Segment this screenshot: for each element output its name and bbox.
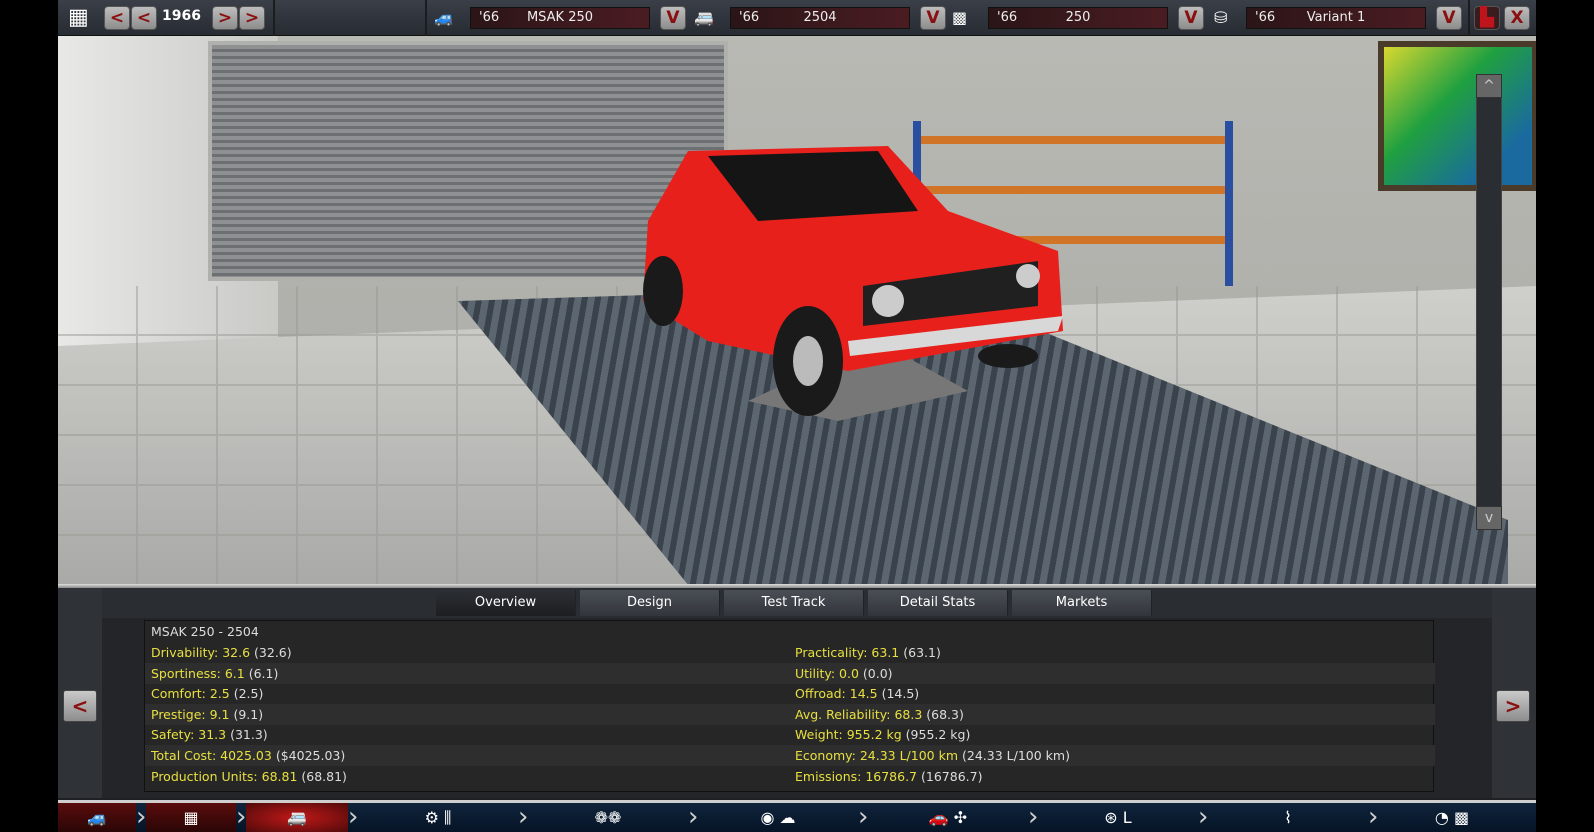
car-icon: 🚙	[434, 8, 454, 27]
chevron-right-icon: ›	[518, 802, 529, 832]
chevron-right-icon: ›	[1028, 802, 1039, 832]
year-display: 1966	[162, 8, 201, 24]
previous-button[interactable]: <	[63, 690, 97, 722]
vertical-scrollbar[interactable]	[1476, 74, 1502, 529]
chevron-right-icon: ›	[348, 802, 359, 832]
variant-selector[interactable]: '66 Variant 1	[1246, 7, 1426, 29]
stats-title-row: MSAK 250 - 2504	[145, 621, 1435, 642]
chevron-right-icon: ›	[236, 802, 247, 832]
stat-left: Sportiness: 6.1 (6.1)	[151, 665, 279, 681]
close-button[interactable]: X	[1504, 6, 1530, 30]
stat-left: Production Units: 68.81 (68.81)	[151, 768, 347, 784]
calendar-icon[interactable]: ▦	[68, 5, 89, 30]
model-dropdown-button[interactable]: V	[660, 6, 686, 30]
chevron-right-icon: ›	[858, 802, 869, 832]
stat-row: Comfort: 2.5 (2.5) Offroad: 14.5 (14.5)	[145, 683, 1435, 704]
chevron-right-icon: ›	[1198, 802, 1209, 832]
poster	[1378, 41, 1536, 191]
save-icon[interactable]: ▙	[1474, 6, 1500, 30]
chevron-right-icon: ›	[1368, 802, 1379, 832]
stat-right: Practicality: 63.1 (63.1)	[795, 645, 941, 660]
engine-block-icon: ▩	[952, 8, 968, 27]
stat-right: Economy: 24.33 L/100 km (24.33 L/100 km)	[795, 748, 1070, 763]
stat-left: Safety: 31.3 (31.3)	[151, 727, 268, 743]
piston-icon: ⛁	[1214, 8, 1228, 27]
stat-row: Sportiness: 6.1 (6.1) Utility: 0.0 (0.0)	[145, 662, 1435, 684]
nav-interior-icon[interactable]: ⊛ L	[1038, 803, 1198, 832]
nav-engine-icon[interactable]: ▦	[146, 803, 236, 832]
scroll-up-button[interactable]: ^	[1476, 74, 1502, 98]
stat-row: Total Cost: 4025.03 ($4025.03) Economy: 2…	[145, 745, 1435, 766]
stat-right: Avg. Reliability: 68.3 (68.3)	[795, 706, 964, 722]
variant-dropdown-button[interactable]: V	[1436, 6, 1462, 30]
trim-dropdown-button[interactable]: V	[920, 6, 946, 30]
nav-chassis-icon[interactable]: ⚙ ⫼	[358, 803, 518, 832]
stat-row: Drivability: 32.6 (32.6) Practicality: 63…	[145, 642, 1435, 663]
year-next-button[interactable]: >	[212, 6, 238, 30]
car-model-3d[interactable]	[588, 141, 1068, 421]
stat-left: Drivability: 32.6 (32.6)	[151, 645, 292, 660]
stat-row: Prestige: 9.1 (9.1) Avg. Reliability: 68.…	[145, 703, 1435, 725]
chevron-right-icon: ›	[688, 802, 699, 832]
nav-brakes-body-icon[interactable]: ◉ ☁	[698, 803, 858, 832]
garage-3d-view[interactable]: ^ v	[58, 36, 1536, 584]
chevron-right-icon: ›	[136, 802, 147, 832]
bottom-nav: 🚙 › ▦ › 🚐 › ⚙ ⫼ › ❁❁ › ◉ ☁ › 🚗 ✣ › ⊛ L › ⌇ › ◔ ▩	[58, 800, 1536, 832]
tab-bar: Overview Design Test Track Detail Stats …	[58, 588, 1536, 618]
stat-right: Weight: 955.2 kg (955.2 kg)	[795, 727, 971, 743]
tab-markets[interactable]: Markets	[1012, 590, 1152, 616]
stat-right: Utility: 0.0 (0.0)	[795, 665, 893, 681]
tab-test-track[interactable]: Test Track	[724, 590, 864, 616]
app: ▦ < < 1966 > > 🚙 '66 MSAK 250 V 🚐 '66 2504…	[58, 0, 1536, 832]
stats-title: MSAK 250 - 2504	[151, 624, 259, 639]
nav-wheels-icon[interactable]: ❁❁	[528, 803, 688, 832]
engine-selector[interactable]: '66 250	[988, 7, 1168, 29]
stat-left: Comfort: 2.5 (2.5)	[151, 686, 264, 702]
nav-trim-icon[interactable]: 🚐	[246, 803, 348, 832]
scroll-down-button[interactable]: v	[1476, 506, 1502, 530]
stat-left: Prestige: 9.1 (9.1)	[151, 706, 264, 722]
year-prev-button[interactable]: <	[131, 6, 157, 30]
stat-right: Emissions: 16786.7 (16786.7)	[795, 768, 983, 784]
stat-row: Safety: 31.3 (31.3) Weight: 955.2 kg (955…	[145, 724, 1435, 745]
nav-test-finish-icon[interactable]: ◔ ▩	[1378, 803, 1526, 832]
tab-overview[interactable]: Overview	[436, 590, 576, 616]
nav-aero-cooling-icon[interactable]: 🚗 ✣	[868, 803, 1028, 832]
nav-car-model-icon[interactable]: 🚙	[58, 803, 136, 832]
car-body-icon: 🚐	[694, 8, 714, 27]
top-toolbar: ▦ < < 1966 > > 🚙 '66 MSAK 250 V 🚐 '66 2504…	[58, 0, 1536, 36]
year-prev-fast-button[interactable]: <	[104, 6, 130, 30]
model-selector[interactable]: '66 MSAK 250	[470, 7, 650, 29]
stat-right: Offroad: 14.5 (14.5)	[795, 686, 920, 702]
engine-dropdown-button[interactable]: V	[1178, 6, 1204, 30]
stat-left: Total Cost: 4025.03 ($4025.03)	[151, 748, 346, 763]
tab-detail-stats[interactable]: Detail Stats	[868, 590, 1008, 616]
stat-row: Production Units: 68.81 (68.81) Emissions…	[145, 766, 1435, 787]
stats-panel: MSAK 250 - 2504 Drivability: 32.6 (32.6)…	[144, 620, 1435, 792]
tab-design[interactable]: Design	[580, 590, 720, 616]
next-button[interactable]: >	[1496, 690, 1530, 722]
trim-selector[interactable]: '66 2504	[730, 7, 910, 29]
nav-suspension-icon[interactable]: ⌇	[1208, 803, 1368, 832]
year-next-fast-button[interactable]: >	[239, 6, 265, 30]
